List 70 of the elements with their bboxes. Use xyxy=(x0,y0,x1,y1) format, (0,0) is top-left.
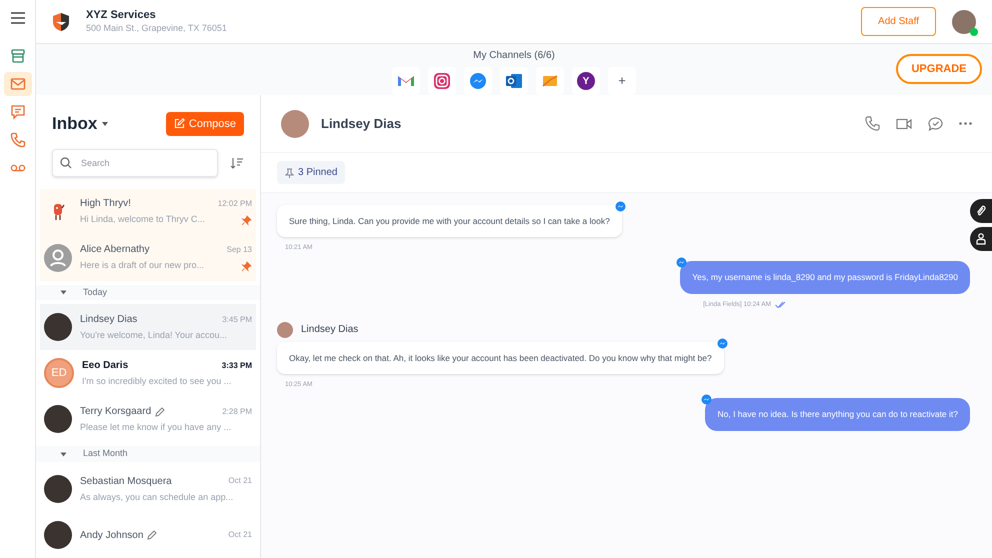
contact-name: Andy Johnson xyxy=(80,528,144,542)
person-icon xyxy=(976,233,986,245)
chat-bubble-logo-icon[interactable] xyxy=(469,72,487,90)
message-preview: Hi Linda, welcome to Thryv C... xyxy=(80,213,206,226)
paperclip-icon xyxy=(976,205,986,217)
conversation-item[interactable]: High Thryv! 12:02 PM Hi Linda, welcome to Thryv C... xyxy=(40,188,256,234)
avatar-photo xyxy=(44,313,72,342)
business-name: XYZ Services xyxy=(86,9,157,23)
contact-name: Sebastian Mosquera xyxy=(80,474,172,489)
chat-bubble-badge-icon xyxy=(676,257,688,268)
camera-logo-icon[interactable] xyxy=(433,72,451,90)
contact-name: Eeo Daris xyxy=(82,359,128,373)
message-preview: You're welcome, Linda! Your accou... xyxy=(80,329,228,342)
search-field[interactable]: Search xyxy=(52,148,218,176)
more-icon[interactable] xyxy=(959,122,972,125)
conversation-item[interactable]: Alice Abernathy Sep 13 Here is a draft of our new pro... xyxy=(40,234,256,280)
video-icon[interactable] xyxy=(896,118,912,130)
message-time: Oct 21 xyxy=(228,529,252,541)
avatar-photo xyxy=(44,521,72,549)
phone-icon[interactable] xyxy=(865,116,880,131)
message-time: Sep 13 xyxy=(226,244,252,256)
avatar-photo xyxy=(44,475,72,503)
contact-name: High Thryv! xyxy=(80,197,131,212)
chat-check-icon[interactable] xyxy=(928,116,943,130)
pin-icon xyxy=(285,168,294,178)
add-channel-button[interactable]: + xyxy=(608,67,636,95)
contact-avatar xyxy=(281,110,309,138)
menu-icon[interactable] xyxy=(10,12,26,24)
initials-avatar: ED xyxy=(44,358,74,388)
pinned-chip[interactable]: 3 Pinned xyxy=(277,161,346,184)
caret-icon[interactable] xyxy=(101,120,110,127)
message-preview: As always, you can schedule an app... xyxy=(80,490,234,504)
circle-logo-icon[interactable]: Y xyxy=(577,72,595,90)
person-avatar-icon xyxy=(44,244,72,272)
channels-title: My Channels (6/6) xyxy=(473,49,555,63)
chat-bubble-badge-icon xyxy=(716,338,728,348)
caret-icon[interactable] xyxy=(60,290,67,295)
business-address: 500 Main St., Grapevine, TX 76051 xyxy=(86,22,227,34)
shield-logo-icon xyxy=(52,12,70,32)
contact-name: Lindsey Dias xyxy=(80,313,138,327)
inbox-title: Inbox xyxy=(52,113,98,135)
contact-name: Lindsey Dias xyxy=(321,114,402,133)
message-preview: Please let me know if you have any ... xyxy=(80,421,232,434)
contact-name: Terry Korsgaard xyxy=(80,405,152,419)
message-time: 12:02 PM xyxy=(218,198,252,210)
message-preview: Here is a draft of our new pro... xyxy=(80,259,206,272)
section-label: Today xyxy=(83,286,108,299)
pin-icon xyxy=(241,260,252,272)
message-time: 2:28 PM xyxy=(222,406,252,418)
chat-bubble-badge-icon xyxy=(614,200,626,212)
message-preview: I'm so incredibly excited to see you ... xyxy=(82,375,232,388)
mascot-icon xyxy=(51,202,65,222)
sort-icon[interactable] xyxy=(230,156,244,168)
sender-name: Lindsey Dias xyxy=(301,323,358,337)
envelope-logo-icon[interactable] xyxy=(505,72,523,90)
chat-bubble-badge-icon xyxy=(701,394,712,405)
sender-avatar xyxy=(277,322,293,338)
message-time: 3:33 PM xyxy=(222,360,252,372)
section-label: Last Month xyxy=(83,447,128,460)
caret-icon[interactable] xyxy=(60,452,67,457)
pin-icon xyxy=(241,214,252,226)
message-time: 3:45 PM xyxy=(222,314,252,326)
message-time: Oct 21 xyxy=(228,475,252,488)
conversation-item[interactable]: Lindsey Dias 3:45 PM You're welcome, Linda! Your accou... xyxy=(40,304,256,350)
contact-name: Alice Abernathy xyxy=(80,243,150,258)
edit-icon xyxy=(174,118,185,130)
user-avatar[interactable] xyxy=(952,10,976,34)
avatar-photo xyxy=(44,405,72,434)
mail-icon[interactable] xyxy=(4,72,32,96)
search-icon xyxy=(60,156,72,168)
